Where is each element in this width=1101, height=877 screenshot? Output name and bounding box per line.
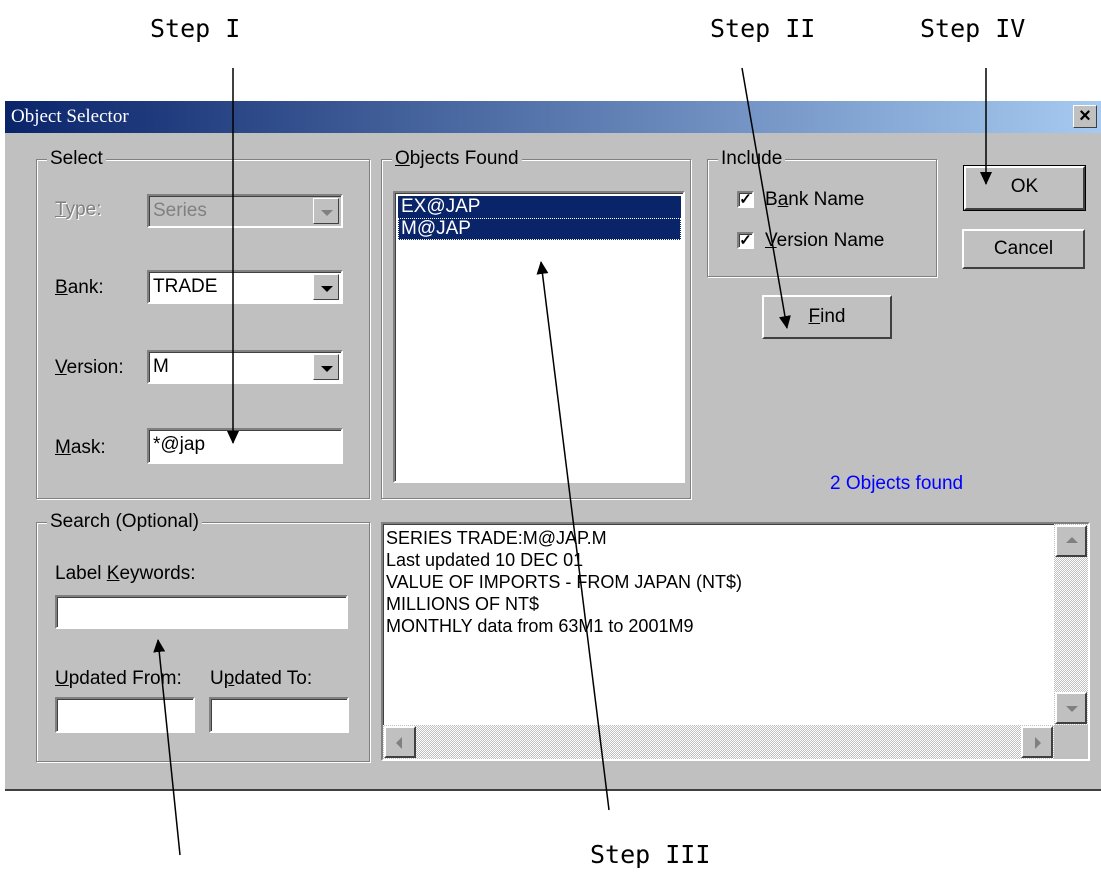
mask-label: Mask: [55, 437, 106, 458]
info-line: MILLIONS OF NT$ [386, 594, 540, 614]
cancel-button[interactable]: Cancel [962, 229, 1085, 269]
bank-combo[interactable]: TRADE [147, 270, 343, 304]
updated-to-label: Updated To: [210, 668, 313, 689]
version-name-label: Version Name [765, 230, 885, 251]
scroll-corner [1054, 725, 1088, 759]
find-button[interactable]: Find [762, 295, 892, 339]
step-1-label: Step I [150, 14, 241, 43]
ok-button[interactable]: OK [963, 165, 1086, 211]
mask-value: *@jap [153, 434, 206, 455]
info-line: Last updated 10 DEC 01 [386, 550, 584, 570]
chevron-down-icon[interactable] [313, 354, 339, 380]
version-value: M [153, 356, 169, 377]
list-item[interactable]: EX@JAP [398, 196, 681, 218]
select-legend: Select [47, 148, 106, 170]
updated-from-label: Updated From: [55, 668, 182, 689]
series-info-box[interactable]: SERIES TRADE:M@JAP.M Last updated 10 DEC… [381, 522, 1090, 761]
version-combo[interactable]: M [147, 350, 343, 384]
label-keywords-input[interactable] [55, 595, 348, 629]
scroll-right-icon[interactable] [1021, 726, 1053, 758]
search-legend: Search (Optional) [47, 511, 202, 533]
window-title: Object Selector [11, 106, 129, 127]
type-value: Series [153, 200, 207, 221]
type-label: Type: [55, 199, 102, 220]
info-line: SERIES TRADE:M@JAP.M [386, 528, 607, 548]
step-4-label: Step IV [920, 14, 1026, 43]
mask-input[interactable]: *@jap [147, 428, 343, 464]
object-selector-dialog: Object Selector × Select Type: Series Ba… [5, 101, 1101, 791]
vertical-scrollbar[interactable] [1054, 524, 1088, 725]
scroll-left-icon[interactable] [384, 726, 416, 758]
list-item[interactable]: M@JAP [398, 218, 681, 240]
include-legend: Include [718, 148, 786, 170]
title-bar[interactable]: Object Selector × [5, 101, 1101, 133]
objects-found-status: 2 Objects found [830, 473, 964, 494]
close-button[interactable]: × [1073, 105, 1097, 128]
version-name-checkbox[interactable]: ✓ [737, 232, 754, 249]
objects-found-legend: Objects Found [392, 148, 522, 170]
info-line: VALUE OF IMPORTS - FROM JAPAN (NT$) [386, 572, 743, 592]
type-combo: Series [147, 194, 343, 228]
scroll-up-icon[interactable] [1055, 525, 1087, 557]
chevron-down-icon [313, 198, 339, 224]
label-keywords-label: Label Keywords: [55, 563, 196, 584]
include-group: Include [707, 148, 937, 277]
step-2-label: Step II [710, 14, 816, 43]
info-line: MONTHLY data from 63M1 to 2001M9 [386, 616, 694, 636]
objects-listbox[interactable]: EX@JAP M@JAP [393, 191, 685, 483]
bank-value: TRADE [153, 276, 218, 297]
horizontal-scrollbar[interactable] [383, 725, 1054, 759]
version-label: Version: [55, 357, 124, 378]
bank-name-checkbox[interactable]: ✓ [737, 191, 754, 208]
bank-label: Bank: [55, 277, 104, 298]
updated-from-input[interactable] [55, 697, 195, 733]
scroll-down-icon[interactable] [1055, 692, 1087, 724]
bank-name-label: Bank Name [765, 189, 865, 210]
updated-to-input[interactable] [209, 697, 349, 733]
chevron-down-icon[interactable] [313, 274, 339, 300]
step-3-label: Step III [590, 840, 711, 869]
